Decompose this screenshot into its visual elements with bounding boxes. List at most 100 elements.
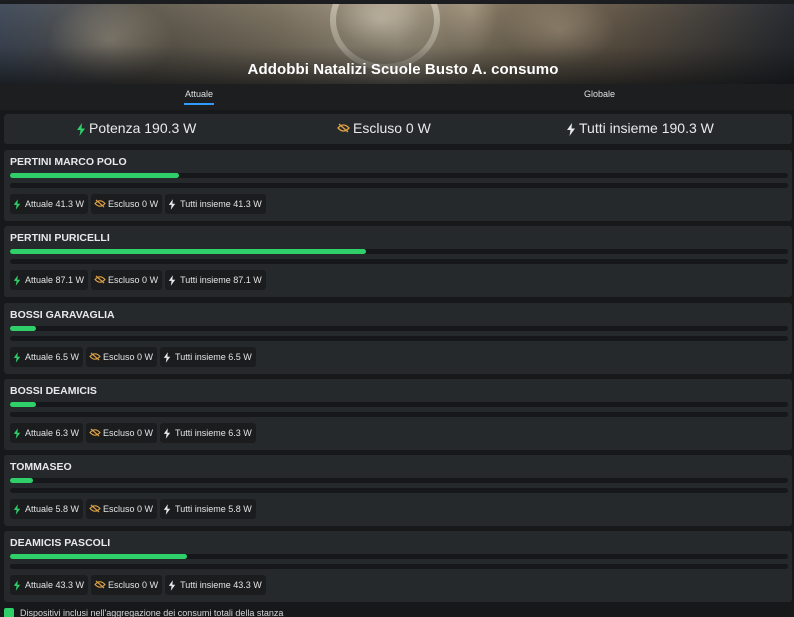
summary-bar: Potenza 190.3 W Escluso 0 W Tutti insiem… [4, 114, 792, 144]
bolt-icon [13, 198, 23, 210]
room-power-fill [10, 478, 34, 483]
chip-excluded: Escluso 0 W [91, 194, 163, 214]
room-power-fill [10, 326, 37, 331]
room-stats: Attuale 43.3 W Escluso 0 W Tutti insieme… [10, 575, 266, 595]
room-name: PERTINI MARCO POLO [10, 156, 127, 168]
legend: Dispositivi inclusi nell'aggregazione de… [4, 608, 283, 617]
eye-off-icon [94, 198, 106, 210]
summary-all: Tutti insieme 190.3 W [566, 120, 714, 136]
eye-off-icon [89, 503, 101, 515]
room-power-fill [10, 249, 367, 254]
chip-current-label: Attuale 6.3 W [25, 428, 80, 438]
tab-attuale[interactable]: Attuale [183, 89, 215, 105]
chip-current-label: Attuale 43.3 W [25, 580, 85, 590]
chip-excluded: Escluso 0 W [91, 270, 163, 290]
bolt-outline-icon [163, 427, 173, 439]
room-excluded-bar [10, 336, 788, 341]
chip-current: Attuale 43.3 W [10, 575, 89, 595]
room-stats: Attuale 41.3 W Escluso 0 W Tutti insieme… [10, 194, 266, 214]
chip-excluded-label: Escluso 0 W [108, 580, 159, 590]
room-stats: Attuale 6.3 W Escluso 0 W Tutti insieme … [10, 423, 256, 443]
eye-off-icon [94, 579, 106, 591]
bolt-icon [76, 122, 86, 136]
chip-current-label: Attuale 6.5 W [25, 352, 80, 362]
bolt-outline-icon [163, 503, 173, 515]
banner-arch-decoration [330, 0, 440, 70]
chip-excluded: Escluso 0 W [86, 347, 158, 367]
room-excluded-bar [10, 412, 788, 417]
chip-excluded: Escluso 0 W [91, 575, 163, 595]
room-stats: Attuale 6.5 W Escluso 0 W Tutti insieme … [10, 347, 256, 367]
chip-excluded-label: Escluso 0 W [108, 275, 159, 285]
chip-excluded-label: Escluso 0 W [103, 504, 154, 514]
bolt-outline-icon [566, 122, 576, 136]
summary-power: Potenza 190.3 W [76, 120, 196, 136]
tab-globale[interactable]: Globale [584, 89, 615, 99]
bolt-icon [13, 351, 23, 363]
room-power-bar [10, 249, 788, 254]
bolt-icon [13, 579, 23, 591]
room-power-bar [10, 554, 788, 559]
header-banner: Addobbi Natalizi Scuole Busto A. consumo [0, 0, 794, 84]
room-name: BOSSI GARAVAGLIA [10, 309, 115, 321]
room-excluded-bar [10, 259, 788, 264]
legend-label: Dispositivi inclusi nell'aggregazione de… [20, 608, 284, 617]
legend-swatch [4, 608, 14, 617]
room-card: BOSSI DEAMICIS Attuale 6.3 W Escluso 0 W… [4, 379, 792, 450]
room-power-fill [10, 402, 36, 407]
room-stats: Attuale 87.1 W Escluso 0 W Tutti insieme… [10, 270, 266, 290]
chip-all: Tutti insieme 41.3 W [165, 194, 266, 214]
chip-all: Tutti insieme 6.5 W [160, 347, 256, 367]
chip-all-label: Tutti insieme 43.3 W [180, 580, 262, 590]
chip-excluded-label: Escluso 0 W [103, 352, 154, 362]
chip-all-label: Tutti insieme 6.3 W [175, 428, 252, 438]
bolt-outline-icon [168, 198, 178, 210]
room-excluded-bar [10, 183, 788, 188]
room-power-bar [10, 478, 788, 483]
room-card: BOSSI GARAVAGLIA Attuale 6.5 W Escluso 0… [4, 303, 792, 374]
bolt-icon [13, 427, 23, 439]
chip-all: Tutti insieme 87.1 W [165, 270, 266, 290]
room-name: PERTINI PURICELLI [10, 232, 110, 244]
room-card: DEAMICIS PASCOLI Attuale 43.3 W Escluso … [4, 531, 792, 602]
chip-excluded: Escluso 0 W [86, 499, 158, 519]
chip-all: Tutti insieme 43.3 W [165, 575, 266, 595]
chip-all-label: Tutti insieme 41.3 W [180, 199, 262, 209]
chip-current-label: Attuale 5.8 W [25, 504, 80, 514]
summary-excluded-label: Escluso 0 W [353, 120, 431, 136]
room-excluded-bar [10, 488, 788, 493]
top-bar [0, 0, 794, 4]
room-card: PERTINI PURICELLI Attuale 87.1 W Escluso… [4, 226, 792, 297]
bolt-icon [13, 274, 23, 286]
room-name: DEAMICIS PASCOLI [10, 537, 111, 549]
tab-bar: Attuale Globale [0, 84, 794, 110]
bolt-outline-icon [168, 274, 178, 286]
chip-all-label: Tutti insieme 87.1 W [180, 275, 262, 285]
room-card: PERTINI MARCO POLO Attuale 41.3 W Esclus… [4, 150, 792, 221]
room-card: TOMMASEO Attuale 5.8 W Escluso 0 W Tutti… [4, 455, 792, 526]
room-stats: Attuale 5.8 W Escluso 0 W Tutti insieme … [10, 499, 256, 519]
chip-all-label: Tutti insieme 5.8 W [175, 504, 252, 514]
page-title: Addobbi Natalizi Scuole Busto A. consumo [247, 61, 559, 78]
bolt-outline-icon [168, 579, 178, 591]
chip-current-label: Attuale 87.1 W [25, 275, 85, 285]
room-power-fill [10, 554, 188, 559]
eye-off-icon [337, 123, 350, 134]
summary-all-label: Tutti insieme 190.3 W [579, 120, 714, 136]
chip-excluded-label: Escluso 0 W [108, 199, 159, 209]
chip-current: Attuale 41.3 W [10, 194, 89, 214]
room-power-bar [10, 173, 788, 178]
room-power-fill [10, 173, 179, 178]
room-power-bar [10, 326, 788, 331]
room-power-bar [10, 402, 788, 407]
chip-current: Attuale 87.1 W [10, 270, 89, 290]
chip-current: Attuale 6.5 W [10, 347, 84, 367]
room-excluded-bar [10, 564, 788, 569]
room-name: TOMMASEO [10, 461, 72, 473]
bolt-icon [13, 503, 23, 515]
eye-off-icon [89, 427, 101, 439]
eye-off-icon [89, 351, 101, 363]
summary-excluded: Escluso 0 W [337, 120, 431, 136]
summary-power-label: Potenza 190.3 W [89, 120, 197, 136]
room-name: BOSSI DEAMICIS [10, 385, 97, 397]
